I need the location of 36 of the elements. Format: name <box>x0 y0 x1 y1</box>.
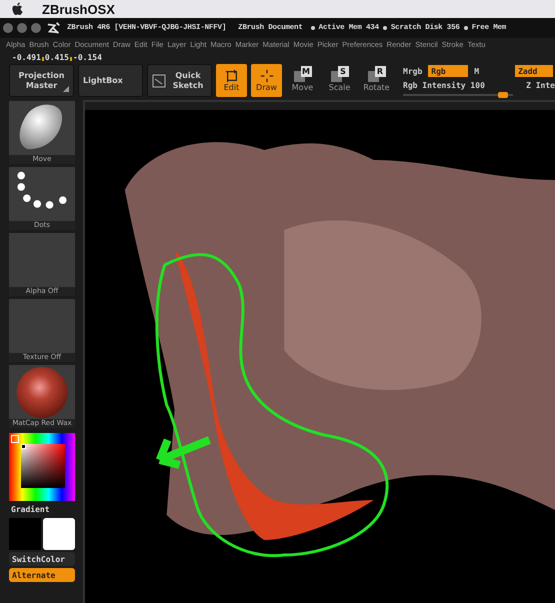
slider-label: Z Inte <box>526 81 555 92</box>
slider-label: Rgb Intensity 100 <box>403 81 485 92</box>
coordinate-value: -0.491 <box>12 52 41 62</box>
color-swatch[interactable] <box>43 518 75 550</box>
transform-button[interactable]: M Move <box>286 64 319 92</box>
rgb-toggle[interactable]: Rgb <box>428 65 468 77</box>
coordinate-value: 0.415 <box>44 52 69 62</box>
toolbar-button[interactable]: Projection Master <box>9 64 74 97</box>
gradient-label[interactable]: Gradient <box>11 505 50 514</box>
mode-button[interactable]: Edit <box>216 64 247 97</box>
close-button[interactable] <box>3 23 13 33</box>
sketch-icon <box>152 74 166 88</box>
coordinate-value: -0.154 <box>73 52 102 62</box>
app-name[interactable]: ZBrushOSX <box>42 2 115 16</box>
color-picker[interactable] <box>9 433 75 501</box>
edit-frame-icon <box>224 69 238 83</box>
apple-logo-icon[interactable] <box>12 2 24 16</box>
alternate-button[interactable]: Alternate <box>9 568 75 582</box>
minimize-button[interactable] <box>17 23 27 33</box>
corner-triangle-icon <box>63 86 69 92</box>
transform-button[interactable]: R Rotate <box>360 64 393 92</box>
toolbar-button[interactable]: Quick Sketch <box>147 64 212 97</box>
mrgb-label[interactable]: Mrgb <box>403 66 422 76</box>
maximize-button[interactable] <box>31 23 41 33</box>
mode-button[interactable]: Draw <box>251 64 282 97</box>
switch-color-button[interactable]: SwitchColor <box>9 552 75 566</box>
zadd-toggle[interactable]: Zadd <box>515 65 554 77</box>
figure-logo-icon <box>45 21 63 35</box>
m-label[interactable]: M <box>474 66 480 76</box>
color-swatch[interactable] <box>9 518 41 550</box>
slider-thumb[interactable] <box>498 92 508 98</box>
picker-marker-icon <box>11 435 19 443</box>
toolbar-button[interactable]: LightBox <box>78 64 143 97</box>
picker-marker-icon <box>21 444 26 449</box>
crosshair-icon <box>260 69 274 83</box>
transform-button[interactable]: S Scale <box>323 64 356 92</box>
